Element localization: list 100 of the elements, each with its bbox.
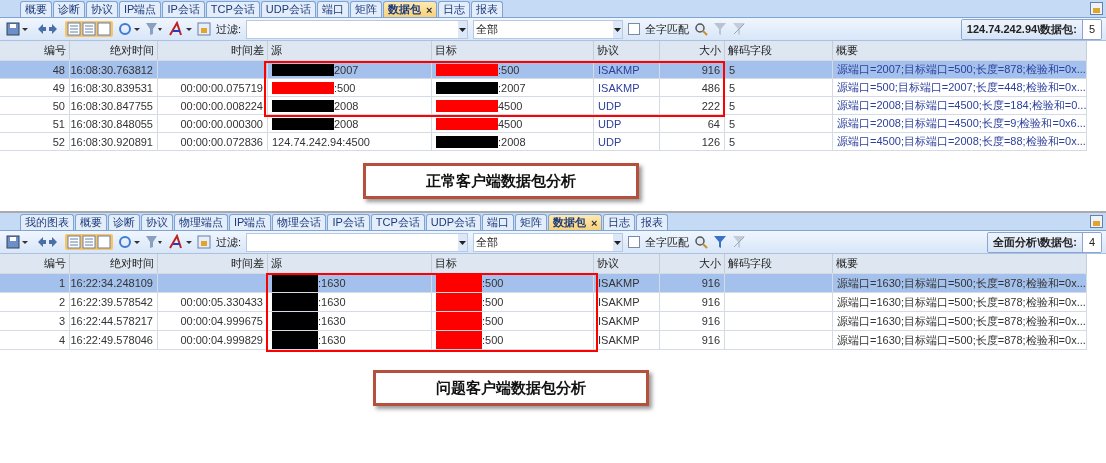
whole-word-checkbox[interactable] <box>628 23 641 35</box>
funnel-icon[interactable] <box>145 22 163 36</box>
table-row[interactable]: 51 16:08:30.848055 00:00:00.000300 2008 4500 UDP 64 5 源端口=2008;目标端口=4500;长度=9;检验和=0x6... <box>0 115 1087 133</box>
view-icon[interactable] <box>82 22 96 36</box>
tab[interactable]: 物理会话 <box>272 214 327 230</box>
column-header[interactable]: 绝对时间 <box>70 41 158 60</box>
table-cell: 50 <box>52 99 65 112</box>
tab[interactable]: 协议 <box>141 214 173 230</box>
view-icon[interactable] <box>67 235 81 249</box>
table-row[interactable]: 4 16:22:49.578046 00:00:04.999829 :1630 :500 ISAKMP 916 源端口=1630;目标端口=500;长度=878;检验和=0x... <box>0 331 1087 350</box>
table-row[interactable]: 52 16:08:30.920891 00:00:00.072836 124.74.242.94:4500 :2008 UDP 126 5 源端口=4500;目标端口=2008;长度=88;检验和=0x... <box>0 133 1087 151</box>
view-icon[interactable] <box>97 235 111 249</box>
tab[interactable]: 日志 <box>438 1 471 17</box>
search-icon[interactable] <box>694 235 709 249</box>
scope-dropdown[interactable]: 全部 <box>473 232 624 252</box>
column-header[interactable]: 大小 <box>660 254 725 273</box>
column-header[interactable]: 解码字段 <box>725 41 833 60</box>
panel-icon[interactable] <box>1090 215 1103 228</box>
column-header[interactable]: 概要 <box>833 254 1087 273</box>
table-row[interactable]: 1 16:22:34.248109 :1630 :500 ISAKMP 916 源端口=1630;目标端口=500;长度=878;检验和=0x... <box>0 274 1087 293</box>
tab[interactable]: UDP会话 <box>260 1 317 17</box>
font-icon[interactable] <box>168 234 192 250</box>
forward-arrow-icon[interactable] <box>48 23 58 35</box>
tab[interactable]: 诊断 <box>108 214 140 230</box>
table-cell: :2008 <box>498 135 526 148</box>
funnel-icon[interactable] <box>145 235 163 249</box>
tab[interactable]: 物理端点 <box>174 214 228 230</box>
table-cell: 4500 <box>498 117 523 130</box>
column-header[interactable]: 编号 <box>0 254 70 273</box>
table-cell: ISAKMP <box>598 63 640 76</box>
close-icon[interactable]: × <box>426 3 433 16</box>
whole-word-checkbox[interactable] <box>628 236 641 248</box>
caret-icon[interactable] <box>458 233 468 251</box>
tab[interactable]: TCP会话 <box>370 214 425 230</box>
tab[interactable]: IP会话 <box>162 1 205 17</box>
table-cell: 222 <box>701 99 720 112</box>
search-icon[interactable] <box>694 22 709 36</box>
close-icon[interactable]: × <box>591 216 598 229</box>
tab[interactable]: 协议 <box>86 1 118 17</box>
tab[interactable]: IP会话 <box>327 214 370 230</box>
column-header[interactable]: 编号 <box>0 41 70 60</box>
table-row[interactable]: 2 16:22:39.578542 00:00:05.330433 :1630 :500 ISAKMP 916 源端口=1630;目标端口=500;长度=878;检验和=0x... <box>0 293 1087 312</box>
filter-field[interactable] <box>246 232 469 252</box>
tab[interactable]: 我的图表 <box>20 214 74 230</box>
source-label: 全面分析\数据包: <box>988 232 1082 252</box>
panel-icon[interactable] <box>1090 2 1103 15</box>
column-header[interactable]: 时间差 <box>158 41 268 60</box>
column-header[interactable]: 源 <box>268 41 432 60</box>
caret-icon[interactable] <box>613 20 623 38</box>
tab[interactable]: 报表 <box>471 1 504 17</box>
save-icon[interactable] <box>6 22 28 36</box>
clear-filter-icon[interactable] <box>732 235 747 249</box>
clear-filter-icon[interactable] <box>732 22 747 36</box>
caret-icon[interactable] <box>613 233 623 251</box>
column-header[interactable]: 协议 <box>594 41 660 60</box>
font-icon[interactable] <box>168 21 192 37</box>
table-row[interactable]: 48 16:08:30.763812 2007 :500 ISAKMP 916 5 源端口=2007;目标端口=500;长度=878;检验和=0x... <box>0 61 1087 79</box>
column-header[interactable]: 绝对时间 <box>70 254 158 273</box>
funnel-icon[interactable] <box>713 235 728 249</box>
table-row[interactable]: 3 16:22:44.578217 00:00:04.999675 :1630 :500 ISAKMP 916 源端口=1630;目标端口=500;长度=878;检验和=0x... <box>0 312 1087 331</box>
view-icon[interactable] <box>67 22 81 36</box>
tab[interactable]: 概要 <box>75 214 107 230</box>
tab[interactable]: 概要 <box>20 1 52 17</box>
caption-box: 正常客户端数据包分析 <box>363 163 639 199</box>
table-row[interactable]: 49 16:08:30.839531 00:00:00.075719 :500 :2007 ISAKMP 486 5 源端口=500;目标端口=2007;长度=448;检验和=0x... <box>0 79 1087 97</box>
tab[interactable]: 矩阵 <box>515 214 548 230</box>
tab[interactable]: 报表 <box>636 214 669 230</box>
scope-dropdown[interactable]: 全部 <box>473 19 624 39</box>
view-icon[interactable] <box>97 22 111 36</box>
filter-field[interactable] <box>246 19 469 39</box>
tab[interactable]: IP端点 <box>119 1 162 17</box>
column-header[interactable]: 概要 <box>833 41 1087 60</box>
save-icon[interactable] <box>6 235 28 249</box>
column-header[interactable]: 目标 <box>432 254 594 273</box>
tab[interactable]: 诊断 <box>53 1 85 17</box>
column-header[interactable]: 目标 <box>432 41 594 60</box>
table-row[interactable]: 50 16:08:30.847755 00:00:00.008224 2008 4500 UDP 222 5 源端口=2008;目标端口=4500;长度=184;检验和=0... <box>0 97 1087 115</box>
tab[interactable]: 日志 <box>603 214 636 230</box>
back-arrow-icon[interactable] <box>37 23 47 35</box>
back-arrow-icon[interactable] <box>37 236 47 248</box>
table-cell: :500 <box>482 315 504 327</box>
column-header[interactable]: 时间差 <box>158 254 268 273</box>
tab[interactable]: 端口 <box>482 214 515 230</box>
column-header[interactable]: 协议 <box>594 254 660 273</box>
table-cell: ISAKMP <box>598 315 640 327</box>
tab[interactable]: 数据包 × <box>548 214 603 230</box>
table-cell: 5 <box>729 117 736 130</box>
tab[interactable]: 端口 <box>317 1 350 17</box>
tab[interactable]: UDP会话 <box>425 214 482 230</box>
tab[interactable]: TCP会话 <box>205 1 260 17</box>
caret-icon[interactable] <box>458 20 468 38</box>
view-icon[interactable] <box>82 235 96 249</box>
tab[interactable]: 矩阵 <box>350 1 383 17</box>
column-header[interactable]: 大小 <box>660 41 725 60</box>
tab[interactable]: 数据包 × <box>383 1 438 17</box>
column-header[interactable]: 解码字段 <box>725 254 833 273</box>
tab[interactable]: IP端点 <box>229 214 272 230</box>
table-cell: 源端口=500;目标端口=2007;长度=448;检验和=0x... <box>837 80 1086 95</box>
column-header[interactable]: 源 <box>268 254 432 273</box>
forward-arrow-icon[interactable] <box>48 236 58 248</box>
